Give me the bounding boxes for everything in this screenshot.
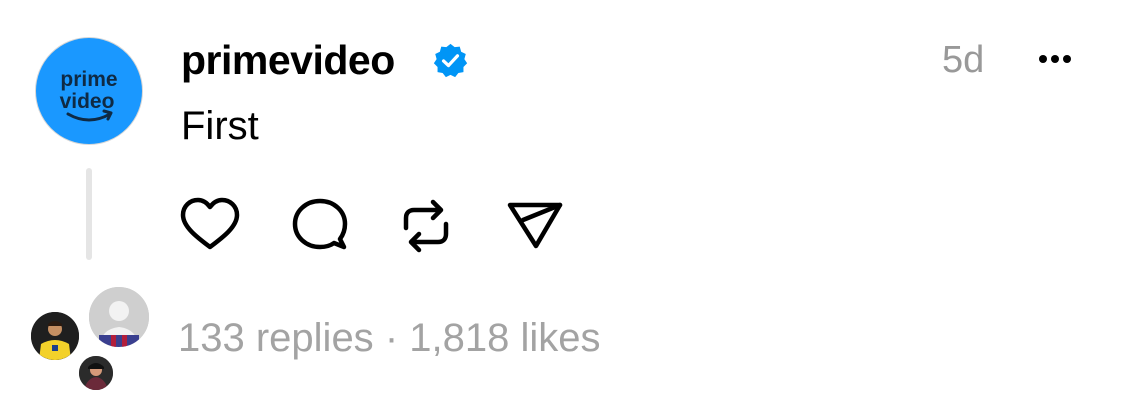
thread-post: prime video primevideo 5d First 133 repl… [0,0,1125,412]
paper-plane-icon [507,202,563,249]
repost-arrows-icon [403,199,449,253]
prime-video-logo-icon: prime video [60,68,118,122]
replier-avatar [28,309,82,363]
repost-button[interactable] [396,196,456,256]
comment-button[interactable] [290,196,350,256]
user-avatar-icon [31,312,79,360]
user-avatar-icon [79,356,113,390]
verified-badge-icon [433,43,468,78]
speech-bubble-icon [292,198,348,250]
user-avatar-icon [89,287,149,347]
logo-text-line1: prime [60,68,117,91]
post-stats: 133 replies · 1,818 likes [178,314,601,362]
heart-icon [180,197,240,250]
username[interactable]: primevideo [181,36,395,84]
post-timestamp: 5d [942,39,985,81]
more-options-button[interactable] [1030,44,1080,74]
thread-line [86,168,92,260]
likes-count[interactable]: 1,818 likes [409,316,600,360]
share-button[interactable] [505,196,565,256]
replier-avatar [86,284,152,350]
ellipsis-icon [1039,55,1071,63]
profile-avatar[interactable]: prime video [35,37,143,145]
stats-separator: · [384,316,399,360]
logo-text-line2: video [60,90,115,113]
post-text: First [181,104,259,148]
like-button[interactable] [180,196,240,256]
replies-count[interactable]: 133 replies [178,316,374,360]
replier-avatar [76,353,116,393]
